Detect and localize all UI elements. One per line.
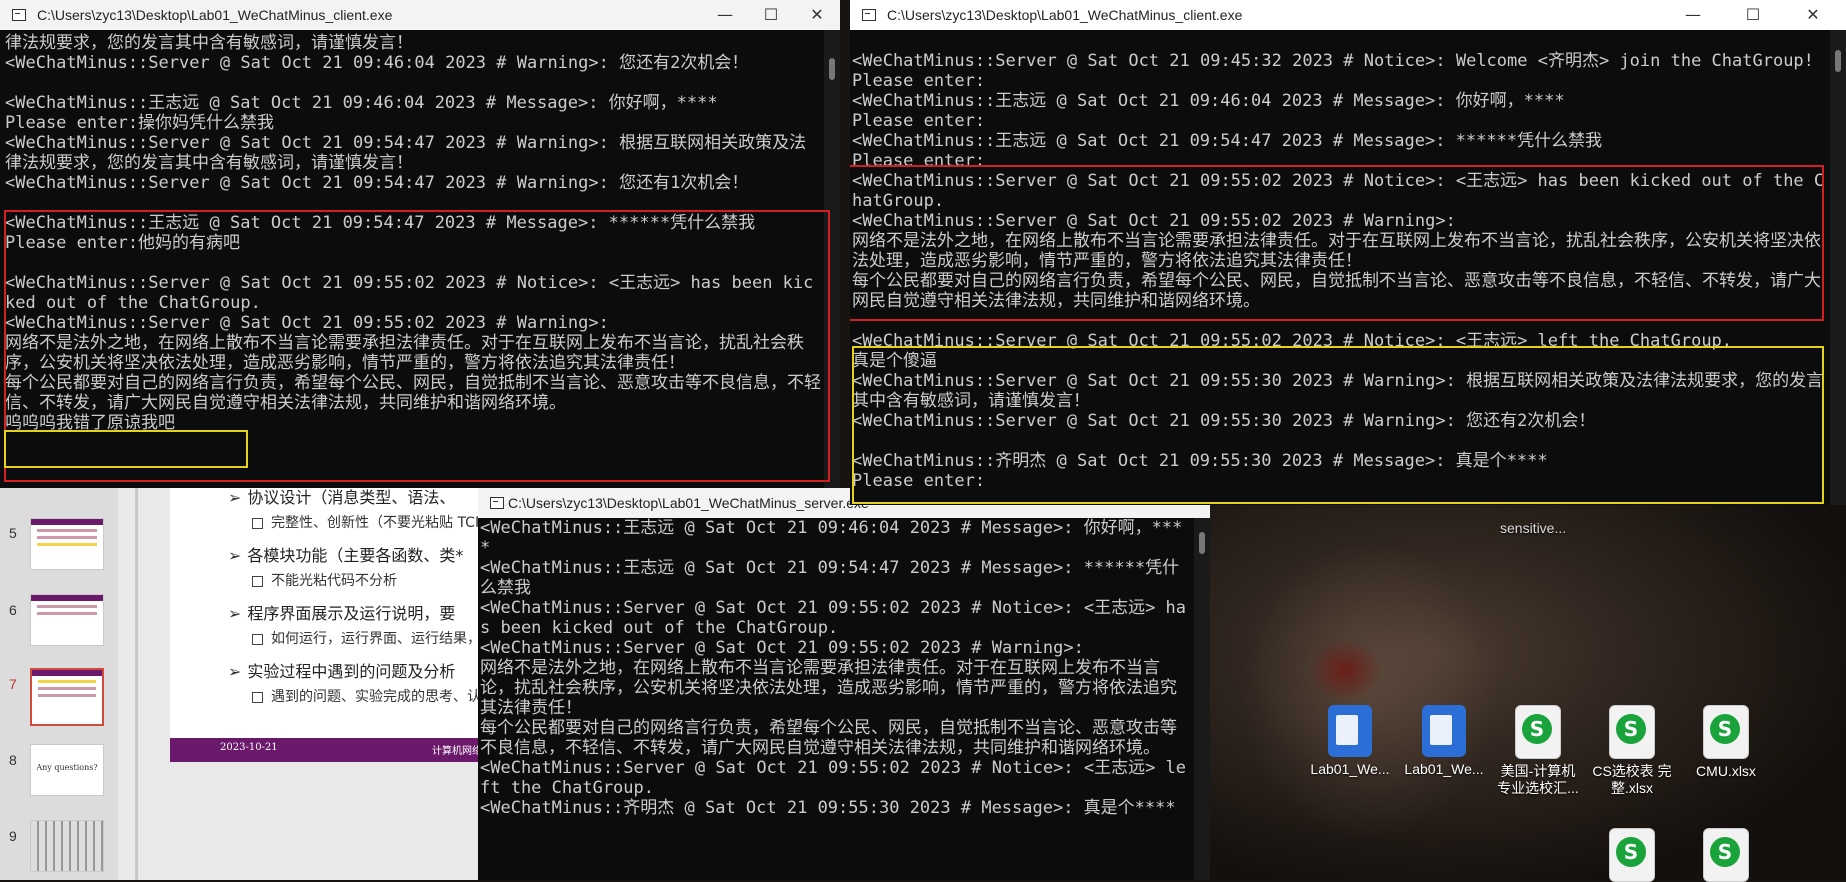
slide-footer-date: 2023-10-21: [220, 742, 278, 753]
console-app-icon: [12, 9, 26, 21]
window-title: C:\Users\zyc13\Desktop\Lab01_WeChatMinus…: [887, 7, 1243, 23]
console-app-icon: [490, 497, 504, 509]
console-scrollbar[interactable]: [824, 30, 840, 488]
close-button[interactable]: ✕: [1790, 3, 1836, 27]
slide-footer-title: 计算机网络: [432, 746, 482, 757]
desktop-icon-xls-5[interactable]: [1684, 828, 1768, 882]
slide-bullet-1: 协议设计（消息类型、语法、: [247, 488, 456, 507]
bullet-arrow-icon: ➢: [228, 488, 242, 507]
slide-sub-bullet-3: 如何运行，运行界面、运行结果，: [271, 631, 481, 647]
window-title: C:\Users\zyc13\Desktop\Lab01_WeChatMinus…: [37, 7, 393, 23]
console-app-icon: [862, 9, 876, 21]
thumb-number-6: 6: [9, 602, 17, 618]
console-scrollbar[interactable]: [1830, 30, 1846, 505]
desktop-icon-word-1[interactable]: Lab01_We...: [1308, 705, 1392, 778]
spreadsheet-icon: [1703, 705, 1749, 759]
slide-bullet-4: 实验过程中遇到的问题及分析: [247, 662, 456, 681]
desktop-icon-label-sensitive[interactable]: sensitive...: [1500, 520, 1566, 536]
thumb-number-7: 7: [9, 676, 17, 692]
rail-divider: [135, 480, 138, 880]
thumb8-text: Any questions?: [36, 763, 98, 772]
thumb-number-5: 5: [9, 525, 17, 541]
sub-bullet-square-icon: [252, 633, 263, 645]
desktop-icon-word-2[interactable]: Lab01_We...: [1402, 705, 1486, 778]
server-console-window[interactable]: C:\Users\zyc13\Desktop\Lab01_WeChatMinus…: [478, 488, 1210, 880]
console-output[interactable]: <WeChatMinus::Server @ Sat Oct 21 09:45:…: [852, 31, 1826, 505]
bullet-arrow-icon: ➢: [228, 546, 242, 565]
window-title: C:\Users\zyc13\Desktop\Lab01_WeChatMinus…: [508, 495, 869, 511]
minimize-button[interactable]: —: [702, 3, 748, 27]
close-button[interactable]: ✕: [794, 3, 840, 27]
maximize-button[interactable]: ☐: [748, 3, 794, 27]
console-output[interactable]: 律法规要求，您的发言其中含有敏感词，请谨慎发言！ <WeChatMinus::S…: [5, 33, 822, 488]
bullet-arrow-icon: ➢: [228, 662, 242, 681]
desktop-icon-label: CMU.xlsx: [1696, 763, 1756, 779]
spreadsheet-icon: [1609, 828, 1655, 882]
slide-sub-bullet-2: 不能光粘代码不分析: [271, 573, 397, 589]
desktop-icon-xls-2[interactable]: CS选校表 完整.xlsx: [1590, 705, 1674, 797]
thumb-number-8: 8: [9, 752, 17, 768]
minimize-button[interactable]: —: [1670, 3, 1716, 27]
spreadsheet-icon: [1703, 828, 1749, 882]
desktop-icon-xls-3[interactable]: CMU.xlsx: [1684, 705, 1768, 780]
desktop-icon-label: 美国-计算机专业选校汇...: [1497, 763, 1579, 796]
client-console-window-left[interactable]: C:\Users\zyc13\Desktop\Lab01_WeChatMinus…: [0, 0, 840, 488]
console-output[interactable]: <WeChatMinus::王志远 @ Sat Oct 21 09:46:04 …: [480, 518, 1190, 880]
maximize-button[interactable]: ☐: [1730, 3, 1776, 27]
sub-bullet-square-icon: [252, 575, 263, 587]
desktop-icon-label: Lab01_We...: [1404, 761, 1484, 777]
slide-thumbnail-8[interactable]: Any questions?: [30, 744, 104, 796]
slide-footer-bar: 2023-10-21 计算机网络: [170, 738, 500, 762]
slide-thumbnail-5[interactable]: [30, 518, 104, 570]
slide-bullet-3: 程序界面展示及运行说明，要: [247, 604, 456, 623]
word-doc-icon: [1422, 705, 1466, 757]
slide-bullet-2: 各模块功能（主要各函数、类*: [247, 546, 464, 565]
desktop-icon-xls-4[interactable]: [1590, 828, 1674, 882]
bullet-arrow-icon: ➢: [228, 604, 242, 623]
slide-sub-bullet-4: 遇到的问题、实验完成的思考、认: [271, 689, 481, 705]
desktop-icon-xls-1[interactable]: 美国-计算机专业选校汇...: [1496, 705, 1580, 797]
slide-sub-bullet-1: 完整性、创新性（不要光粘贴 TCP: [271, 515, 484, 531]
word-doc-icon: [1328, 705, 1372, 757]
sub-bullet-square-icon: [252, 517, 263, 529]
slide-thumbnail-9[interactable]: [30, 820, 104, 872]
spreadsheet-icon: [1609, 705, 1655, 759]
sub-bullet-square-icon: [252, 691, 263, 703]
window-titlebar[interactable]: C:\Users\zyc13\Desktop\Lab01_WeChatMinus…: [850, 0, 1846, 30]
thumb-number-9: 9: [9, 828, 17, 844]
window-titlebar[interactable]: C:\Users\zyc13\Desktop\Lab01_WeChatMinus…: [0, 0, 840, 30]
spreadsheet-icon: [1515, 705, 1561, 759]
wallpaper-detail: [1310, 640, 1380, 700]
client-console-window-right[interactable]: C:\Users\zyc13\Desktop\Lab01_WeChatMinus…: [850, 0, 1846, 505]
console-scrollbar[interactable]: [1194, 518, 1210, 880]
slide-thumbnail-6[interactable]: [30, 594, 104, 646]
slide-thumbnail-7-selected[interactable]: [30, 668, 104, 726]
desktop-icon-label: Lab01_We...: [1310, 761, 1390, 777]
desktop-icon-label: CS选校表 完整.xlsx: [1592, 763, 1672, 796]
